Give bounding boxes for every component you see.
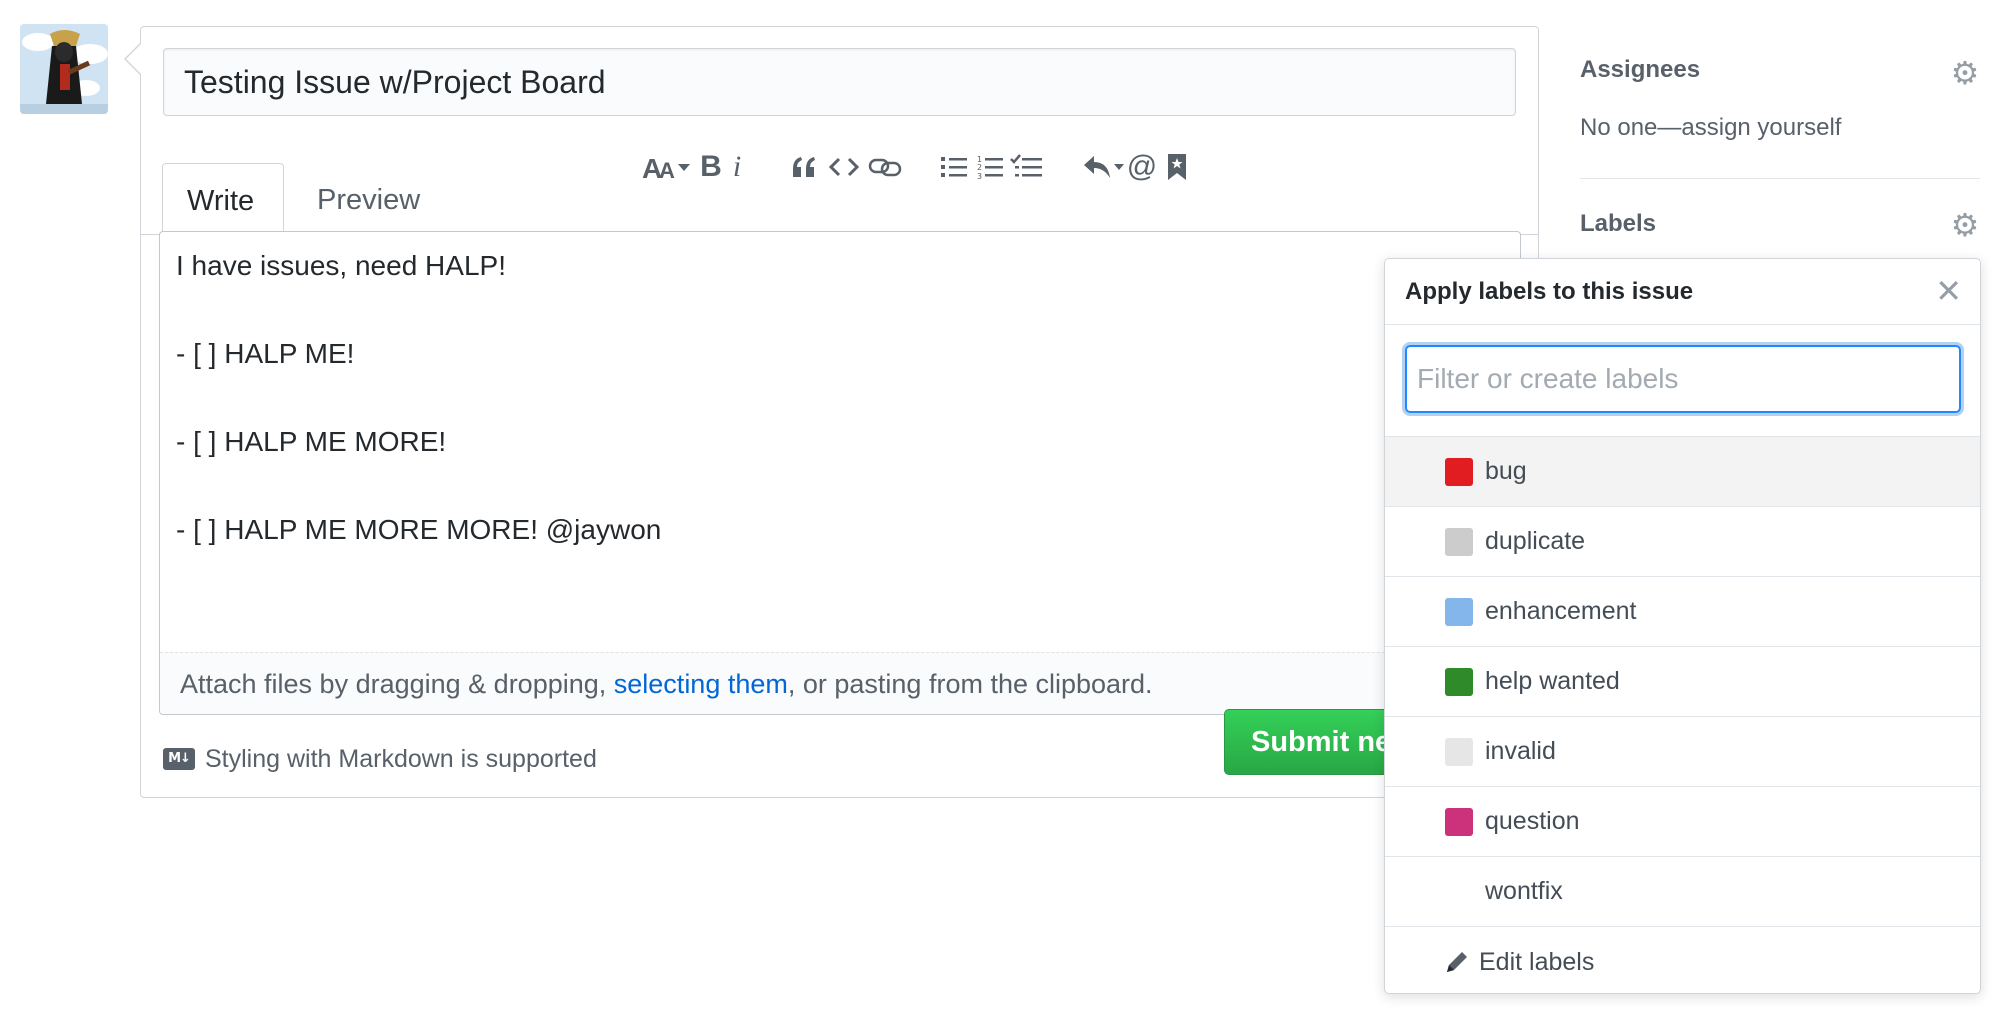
label-color-swatch: [1445, 527, 1473, 556]
label-name: invalid: [1485, 737, 1556, 765]
issue-body-text: I have issues, need HALP! - [ ] HALP ME!…: [176, 244, 661, 596]
bookmark-icon[interactable]: [1163, 145, 1191, 189]
label-color-swatch: [1445, 807, 1473, 836]
body-line: - [ ] HALP ME MORE MORE! @jaywon: [176, 514, 662, 545]
quote-icon[interactable]: [789, 145, 819, 189]
mention-button[interactable]: @: [1125, 145, 1159, 189]
file-attach-dropzone[interactable]: Attach files by dragging & dropping, sel…: [160, 652, 1520, 714]
body-line: - [ ] HALP ME!: [176, 338, 355, 369]
assignees-heading[interactable]: Assignees: [1580, 56, 1700, 84]
markdown-note-text: Styling with Markdown is supported: [205, 744, 597, 773]
tasklist-icon[interactable]: [1009, 145, 1043, 189]
label-item-bug[interactable]: bug: [1385, 437, 1980, 507]
code-icon[interactable]: [827, 145, 861, 189]
label-color-swatch: [1445, 737, 1473, 766]
sidebar-divider: [1580, 178, 1980, 179]
label-item-enhancement[interactable]: enhancement: [1385, 577, 1980, 647]
attach-text-end: , or pasting from the clipboard.: [787, 669, 1153, 699]
body-line: I have issues, need HALP!: [176, 250, 506, 281]
gear-icon[interactable]: ⚙: [1950, 209, 1980, 241]
issue-title-input[interactable]: Testing Issue w/Project Board: [163, 48, 1516, 116]
user-avatar[interactable]: [20, 24, 108, 114]
close-icon[interactable]: ✕: [1935, 275, 1962, 307]
attach-text: Attach files by dragging & dropping,: [180, 669, 614, 699]
labels-filter-input[interactable]: Filter or create labels: [1405, 345, 1961, 413]
tab-preview[interactable]: Preview: [293, 163, 444, 235]
label-name: duplicate: [1485, 527, 1586, 555]
label-color-swatch: [1445, 597, 1473, 626]
label-name: question: [1485, 807, 1580, 835]
svg-text:A: A: [659, 158, 675, 182]
label-color-swatch: [1445, 877, 1473, 906]
labels-list: bug duplicate enhancement help wanted in…: [1385, 437, 1980, 993]
new-issue-form: Testing Issue w/Project Board Write Prev…: [124, 26, 1539, 798]
tab-write[interactable]: Write: [162, 163, 284, 236]
italic-button[interactable]: i: [725, 145, 749, 189]
markdown-icon: M↓: [163, 748, 195, 770]
svg-text:2: 2: [977, 163, 982, 172]
body-line: - [ ] HALP ME MORE!: [176, 426, 447, 457]
markdown-help[interactable]: M↓ Styling with Markdown is supported: [163, 739, 597, 779]
reply-icon[interactable]: [1081, 145, 1125, 189]
labels-select-menu: Apply labels to this issue ✕ Filter or c…: [1384, 258, 1981, 994]
gear-icon[interactable]: ⚙: [1950, 57, 1980, 89]
label-name: bug: [1485, 457, 1527, 485]
issue-body-textarea[interactable]: I have issues, need HALP! - [ ] HALP ME!…: [159, 231, 1521, 715]
edit-labels-link[interactable]: Edit labels: [1385, 927, 1980, 993]
labels-menu-title: Apply labels to this issue: [1385, 259, 1980, 325]
label-item-question[interactable]: question: [1385, 787, 1980, 857]
label-item-wontfix[interactable]: wontfix: [1385, 857, 1980, 927]
label-name: wontfix: [1485, 877, 1563, 905]
pencil-icon: [1447, 952, 1467, 972]
label-item-invalid[interactable]: invalid: [1385, 717, 1980, 787]
list-unordered-icon[interactable]: [939, 145, 969, 189]
labels-filter-area: Filter or create labels: [1385, 325, 1980, 437]
text-size-icon[interactable]: AA: [641, 145, 693, 189]
label-color-swatch: [1445, 667, 1473, 696]
assignees-value[interactable]: No one—assign yourself: [1580, 114, 1841, 142]
label-item-duplicate[interactable]: duplicate: [1385, 507, 1980, 577]
edit-labels-text: Edit labels: [1479, 947, 1595, 976]
label-name: enhancement: [1485, 597, 1637, 625]
list-ordered-icon[interactable]: 123: [975, 145, 1005, 189]
select-files-link[interactable]: selecting them: [614, 669, 788, 699]
svg-text:3: 3: [977, 172, 982, 180]
label-color-swatch: [1445, 457, 1473, 486]
bold-button[interactable]: B: [696, 145, 726, 189]
label-item-help-wanted[interactable]: help wanted: [1385, 647, 1980, 717]
labels-heading[interactable]: Labels: [1580, 210, 1656, 238]
label-name: help wanted: [1485, 667, 1620, 695]
link-icon[interactable]: [867, 145, 903, 189]
